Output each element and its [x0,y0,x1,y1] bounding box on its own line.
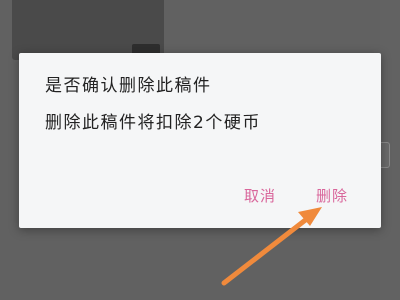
dialog-message: 删除此稿件将扣除2个硬币 [45,113,261,133]
delete-button[interactable]: 删除 [316,182,348,210]
cancel-button[interactable]: 取消 [244,182,276,210]
delete-confirm-dialog: 是否确认删除此稿件 删除此稿件将扣除2个硬币 取消 删除 [19,53,381,228]
dialog-title: 是否确认删除此稿件 [45,76,212,96]
